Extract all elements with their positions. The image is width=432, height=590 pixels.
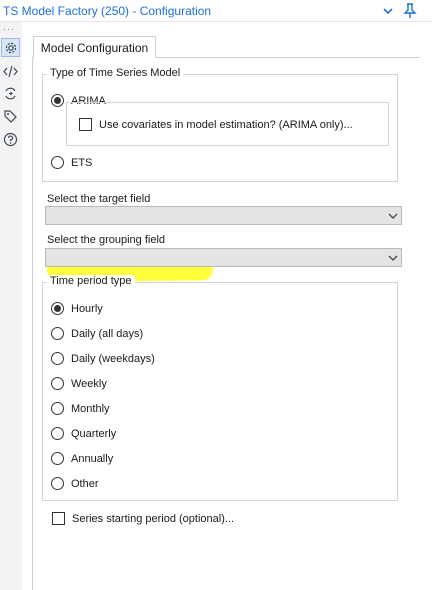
time-period-group: Time period type Hourly Daily (all days)… [42, 275, 398, 501]
pin-icon[interactable] [401, 2, 419, 20]
tag-icon[interactable] [1, 107, 20, 126]
radio-annually-button[interactable] [51, 452, 64, 465]
connection-icon[interactable] [1, 84, 20, 103]
radio-daily-all-label: Daily (all days) [71, 327, 144, 340]
radio-monthly-button[interactable] [51, 402, 64, 415]
radio-weekly-label: Weekly [71, 377, 107, 390]
covariates-label: Use covariates in model estimation? (ARI… [99, 118, 353, 131]
series-start-checkbox[interactable] [52, 512, 65, 525]
radio-daily-all-button[interactable] [51, 327, 64, 340]
config-main: Model Configuration Type of Time Series … [22, 22, 432, 590]
radio-other-button[interactable] [51, 477, 64, 490]
radio-hourly[interactable]: Hourly [51, 302, 103, 315]
tab-model-configuration[interactable]: Model Configuration [33, 36, 156, 58]
help-icon[interactable] [1, 130, 20, 149]
series-start-checkbox-row[interactable]: Series starting period (optional)... [52, 512, 234, 525]
radio-hourly-button[interactable] [51, 302, 64, 315]
window-title: TS Model Factory (250) - Configuration [3, 3, 212, 18]
radio-hourly-label: Hourly [71, 302, 103, 315]
radio-ets-button[interactable] [51, 156, 64, 169]
radio-annually-label: Annually [71, 452, 114, 465]
code-icon[interactable] [1, 62, 20, 81]
radio-daily-all[interactable]: Daily (all days) [51, 327, 143, 340]
radio-daily-weekdays[interactable]: Daily (weekdays) [51, 352, 155, 365]
grouping-field-select[interactable] [45, 248, 402, 267]
more-dots-icon: ··· [3, 24, 15, 34]
radio-weekly[interactable]: Weekly [51, 377, 107, 390]
target-field-label: Select the target field [47, 193, 151, 205]
title-bar: TS Model Factory (250) - Configuration [0, 0, 432, 22]
model-type-legend: Type of Time Series Model [47, 67, 184, 79]
radio-quarterly-button[interactable] [51, 427, 64, 440]
config-panel: Type of Time Series Model ARIMA Use cova… [32, 57, 420, 590]
model-type-group: Type of Time Series Model ARIMA Use cova… [42, 67, 398, 182]
grouping-field-label: Select the grouping field [47, 234, 166, 246]
time-period-legend: Time period type [47, 275, 135, 287]
chevron-down-icon [387, 252, 399, 264]
radio-daily-weekdays-button[interactable] [51, 352, 64, 365]
radio-monthly-label: Monthly [71, 402, 110, 415]
radio-ets[interactable]: ETS [51, 156, 92, 169]
radio-daily-weekdays-label: Daily (weekdays) [71, 352, 155, 365]
radio-other[interactable]: Other [51, 477, 99, 490]
radio-annually[interactable]: Annually [51, 452, 113, 465]
covariates-subgroup: Use covariates in model estimation? (ARI… [66, 102, 389, 146]
radio-monthly[interactable]: Monthly [51, 402, 110, 415]
radio-quarterly[interactable]: Quarterly [51, 427, 116, 440]
chevron-down-icon[interactable] [379, 2, 397, 20]
covariates-checkbox[interactable] [79, 118, 92, 131]
radio-ets-label: ETS [71, 156, 93, 169]
radio-weekly-button[interactable] [51, 377, 64, 390]
covariates-checkbox-row[interactable]: Use covariates in model estimation? (ARI… [79, 118, 353, 131]
chevron-down-icon [387, 210, 399, 222]
radio-other-label: Other [71, 477, 99, 490]
radio-arima-button[interactable] [51, 94, 64, 107]
radio-quarterly-label: Quarterly [71, 427, 117, 440]
series-start-label: Series starting period (optional)... [72, 512, 235, 525]
tool-rail: ··· [0, 22, 22, 590]
target-field-select[interactable] [45, 206, 402, 225]
gear-icon[interactable] [1, 38, 20, 57]
